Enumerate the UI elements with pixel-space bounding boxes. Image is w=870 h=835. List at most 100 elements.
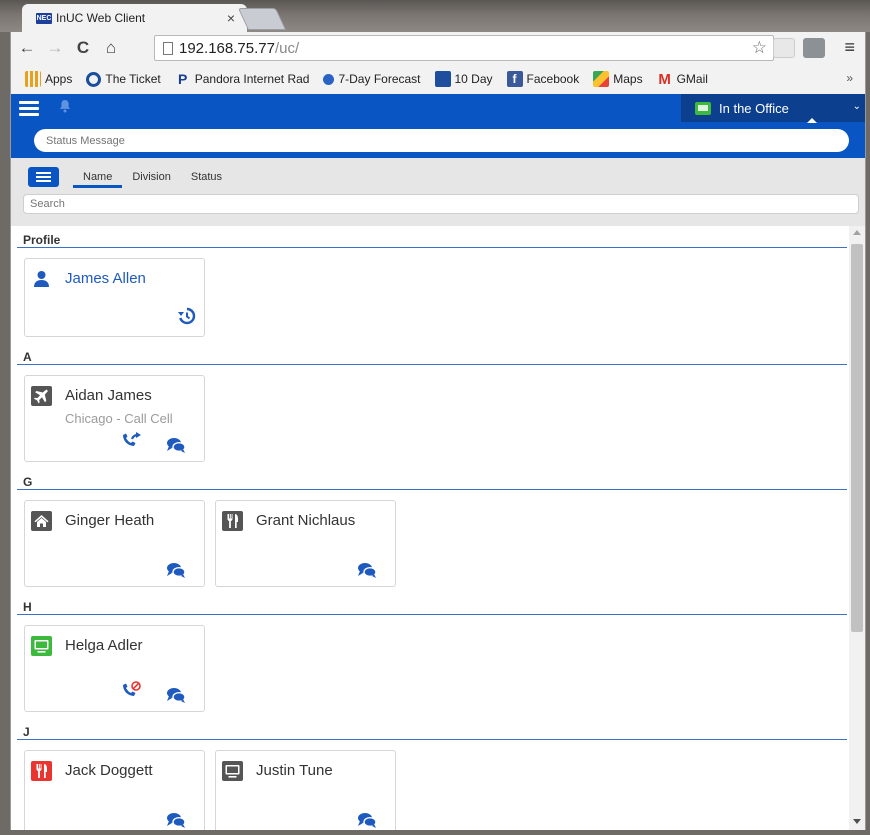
nec-extension-icon[interactable] [773, 38, 795, 58]
contact-name: Aidan James [65, 387, 152, 404]
hamburger-menu-icon[interactable] [19, 101, 39, 117]
section-header: G [17, 468, 847, 490]
section-header: A [17, 343, 847, 365]
pandora-icon: P [178, 71, 188, 87]
tab-sort-status[interactable]: Status [181, 171, 232, 188]
monitor-icon [31, 636, 52, 656]
close-tab-icon[interactable]: × [227, 10, 235, 26]
tab-sort-division[interactable]: Division [122, 171, 181, 188]
scrollbar-thumb[interactable] [851, 244, 863, 632]
chat-icon[interactable] [356, 561, 378, 579]
history-icon[interactable] [176, 307, 198, 325]
contact-name: James Allen [65, 270, 146, 287]
section-header: Profile [17, 226, 847, 248]
browser-toolbar: ← → C ⌂ 192.168.75.77/uc/ ☆ ≡ [10, 32, 866, 64]
gmail-icon: M [658, 70, 671, 88]
tab-sort-name[interactable]: Name [73, 171, 123, 188]
contact-card[interactable]: Justin Tune [215, 750, 396, 830]
contact-card[interactable]: Grant Nichlaus [215, 500, 396, 587]
scroll-up-arrow-icon[interactable] [853, 230, 861, 235]
bookmark-label: Apps [45, 72, 73, 86]
tab-title: InUC Web Client [56, 11, 146, 25]
noaa-icon [323, 73, 335, 85]
browser-tab-strip: NEC InUC Web Client × [0, 0, 870, 32]
bookmark-label: 7-Day Forecast [338, 72, 421, 86]
app-header: In the Office ⌄ [11, 94, 865, 158]
bookmark-label: The Ticket [105, 72, 161, 86]
apps-grid-icon [25, 71, 41, 87]
section-header: J [17, 718, 847, 740]
page-icon [163, 41, 173, 55]
notification-bell-icon[interactable] [59, 99, 71, 113]
chat-icon[interactable] [356, 811, 378, 829]
contact-card[interactable]: Aidan James Chicago - Call Cell [24, 375, 205, 462]
the-ticket-icon [86, 71, 102, 87]
contact-card[interactable]: Helga Adler [24, 625, 205, 712]
browser-menu-icon[interactable]: ≡ [844, 37, 855, 58]
home-button[interactable]: ⌂ [99, 38, 123, 58]
list-view-toggle[interactable] [28, 167, 59, 187]
bookmark-star-icon[interactable]: ☆ [752, 38, 767, 58]
bookmark-label: Maps [613, 72, 643, 86]
back-button[interactable]: ← [15, 38, 39, 58]
bookmark-label: Pandora Internet Rad [194, 72, 310, 86]
bookmark-10-day[interactable]: 10 Day [434, 71, 493, 87]
contact-name: Ginger Heath [65, 512, 155, 529]
bookmark-facebook[interactable]: f Facebook [506, 71, 580, 87]
contact-name: Helga Adler [65, 637, 143, 654]
search-input[interactable] [23, 194, 859, 214]
sort-bar: Name Division Status [11, 158, 865, 226]
fork-knife-icon [31, 761, 52, 781]
extension-icon[interactable] [803, 38, 825, 58]
call-blocked-icon[interactable] [120, 681, 142, 699]
sort-tabs: Name Division Status [73, 171, 232, 188]
url-path: /uc/ [274, 39, 300, 57]
vertical-scrollbar[interactable] [849, 226, 865, 830]
contact-card[interactable]: Ginger Heath [24, 500, 205, 587]
home-icon [31, 511, 52, 531]
bookmark-label: GMail [676, 72, 708, 86]
contact-name: Justin Tune [256, 762, 333, 779]
scroll-down-arrow-icon[interactable] [853, 819, 861, 824]
status-message-input[interactable] [34, 129, 849, 152]
inuc-app: In the Office ⌄ Name Division Status Pro… [10, 94, 866, 830]
bookmark-apps[interactable]: Apps [25, 71, 72, 87]
weather-channel-icon [434, 71, 451, 87]
maps-icon [593, 71, 610, 87]
contact-card[interactable]: James Allen [24, 258, 205, 337]
facebook-icon: f [506, 71, 523, 87]
chat-icon[interactable] [165, 436, 187, 454]
address-bar[interactable]: 192.168.75.77/uc/ ☆ [154, 35, 774, 61]
bookmark-gmail[interactable]: M GMail [657, 70, 708, 88]
forward-button[interactable]: → [43, 38, 67, 58]
airplane-icon [31, 386, 52, 406]
bookmark-pandora[interactable]: P Pandora Internet Rad [175, 71, 310, 87]
more-bookmarks-icon[interactable]: » [846, 71, 853, 85]
bookmark-maps[interactable]: Maps [593, 71, 643, 87]
contact-location: Chicago - Call Cell [65, 411, 173, 426]
chat-icon[interactable] [165, 686, 187, 704]
nec-favicon-icon: NEC [36, 12, 52, 24]
reload-button[interactable]: C [71, 38, 95, 58]
call-forward-icon[interactable] [120, 431, 142, 449]
chat-icon[interactable] [165, 561, 187, 579]
contact-card[interactable]: Jack Doggett [24, 750, 205, 830]
bookmark-7-day-forecast[interactable]: 7-Day Forecast [323, 72, 421, 86]
url-host: 192.168.75.77 [179, 39, 275, 57]
contact-name: Grant Nichlaus [256, 512, 356, 529]
presence-notch [807, 118, 817, 123]
person-icon [34, 271, 49, 287]
bookmark-label: Facebook [526, 72, 580, 86]
bookmarks-bar: Apps The Ticket P Pandora Internet Rad 7… [10, 64, 866, 94]
monitor-icon [222, 761, 243, 781]
bookmark-label: 10 Day [454, 72, 493, 86]
section-header: H [17, 593, 847, 615]
bookmark-the-ticket[interactable]: The Ticket [86, 71, 161, 87]
chat-icon[interactable] [165, 811, 187, 829]
presence-label: In the Office [719, 100, 789, 116]
chevron-down-icon: ⌄ [852, 101, 861, 112]
contact-list: Profile James Allen A Aidan James Chicag… [11, 226, 851, 830]
contact-name: Jack Doggett [65, 762, 153, 779]
browser-tab[interactable]: NEC InUC Web Client × [22, 4, 247, 32]
presence-selector[interactable]: In the Office ⌄ [681, 94, 865, 123]
